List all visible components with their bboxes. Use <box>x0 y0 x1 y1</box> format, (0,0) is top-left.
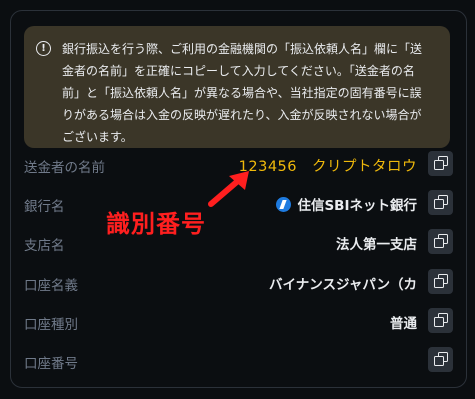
account-holder-label: 口座名義 <box>24 278 78 294</box>
account-holder-value: バイナンスジャパン（カ <box>269 277 417 293</box>
bank-name-value-wrap: 住信SBIネット銀行 <box>276 194 417 214</box>
copy-sender-name-button[interactable] <box>428 151 453 176</box>
account-number-row: 口座番号 <box>24 346 453 376</box>
copy-branch-name-button[interactable] <box>428 229 453 254</box>
info-circle-icon: ! <box>36 41 51 56</box>
identifier-annotation: 識別番号 <box>106 210 206 238</box>
branch-name-row: 支店名 法人第一支店 <box>24 228 453 258</box>
sender-name-label: 送金者の名前 <box>24 160 105 176</box>
account-holder-row: 口座名義 バイナンスジャパン（カ <box>24 268 453 298</box>
copy-account-number-button[interactable] <box>428 347 453 372</box>
account-type-row: 口座種別 普通 <box>24 307 453 337</box>
notice-line: ございます。 <box>62 130 133 144</box>
notice-line: 前」と「振込依頼人名」が異なる場合や、当社指定の固有番号に誤 <box>62 86 422 100</box>
copy-account-type-button[interactable] <box>428 308 453 333</box>
copy-account-holder-button[interactable] <box>428 269 453 294</box>
notice-line: 銀行振込を行う際、ご利用の金融機関の「振込依頼人名」欄に「送 <box>62 42 423 56</box>
notice-line: りがある場合は入金の反映が遅れたり、入金が反映されない場合が <box>62 108 422 122</box>
bank-name-value: 住信SBIネット銀行 <box>297 198 417 214</box>
branch-name-value: 法人第一支店 <box>336 237 417 253</box>
sender-name-value: 123456 クリプトタロウ <box>238 159 417 175</box>
branch-name-label: 支店名 <box>24 238 65 254</box>
account-type-value: 普通 <box>390 316 417 332</box>
notice-line: 金者の名前」を正確にコピーして入力してください。「送金者の名 <box>62 64 415 78</box>
account-number-label: 口座番号 <box>24 356 78 372</box>
bank-name-label: 銀行名 <box>24 199 65 215</box>
red-arrow-icon <box>208 171 249 207</box>
account-type-label: 口座種別 <box>24 317 78 333</box>
copy-bank-name-button[interactable] <box>428 190 453 215</box>
notice-box: ! 銀行振込を行う際、ご利用の金融機関の「振込依頼人名」欄に「送 金者の名前」を… <box>24 26 450 148</box>
sbi-bank-logo-icon <box>276 197 292 212</box>
